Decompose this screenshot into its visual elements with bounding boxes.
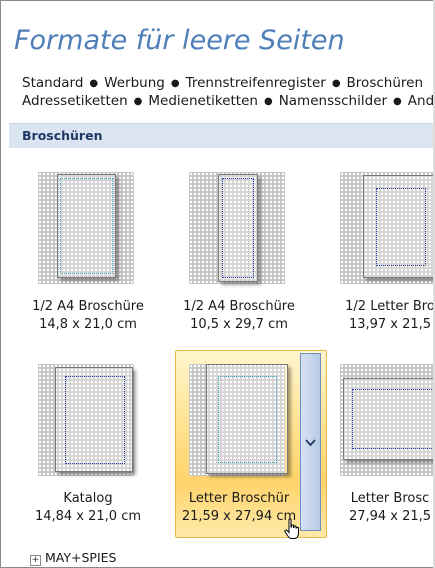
page-title: Formate für leere Seiten (14, 25, 345, 56)
bullet-separator: ● (89, 78, 99, 89)
category-link-medienetiketten[interactable]: Medienetiketten (148, 93, 258, 109)
category-links-row-1: Standard ● Werbung ● Trennstreifenregister ● B… (22, 75, 423, 91)
template-name: 1/2 Letter Bro (345, 299, 434, 314)
expand-icon[interactable]: + (30, 555, 41, 566)
category-link-trennstreifenregister[interactable]: Trennstreifenregister (186, 75, 326, 91)
bullet-separator: ● (331, 78, 341, 89)
template-thumbnail (340, 172, 434, 284)
category-tree-node[interactable]: + MAY+SPIES (30, 550, 116, 566)
template-size: 27,94 x 21,5 (348, 509, 432, 524)
template-name: 1/2 A4 Broschüre (32, 299, 144, 314)
category-links-row-2: Adressetiketten ● Medienetiketten ● Namenssc… (22, 93, 434, 109)
template-name: Letter Brosc (350, 491, 430, 506)
template-name: 1/2 A4 Broschüre (183, 299, 295, 314)
category-link-adressetiketten[interactable]: Adressetiketten (22, 93, 128, 109)
category-link-andere[interactable]: And (408, 93, 434, 109)
category-link-standard[interactable]: Standard (22, 75, 83, 91)
template-thumbnail (38, 364, 134, 476)
bullet-separator: ● (133, 96, 143, 107)
template-thumbnail (38, 172, 134, 284)
category-link-broschueren[interactable]: Broschüren (347, 75, 423, 91)
bullet-separator: ● (393, 96, 402, 107)
template-thumbnail (189, 364, 288, 476)
template-name: Katalog (63, 491, 113, 506)
template-size: 14,8 x 21,0 cm (39, 317, 137, 332)
template-thumbnail (340, 364, 434, 476)
template-gallery-pane: Formate für leere Seiten Standard ● Werbun… (0, 0, 434, 568)
section-title: Broschüren (22, 128, 103, 143)
template-thumbnail (189, 172, 285, 284)
category-link-werbung[interactable]: Werbung (104, 75, 165, 91)
bullet-separator: ● (170, 78, 180, 89)
hand-cursor-icon (284, 518, 300, 540)
section-header: Broschüren (9, 123, 434, 148)
template-options-dropdown-button[interactable] (300, 353, 321, 531)
template-size: 14,84 x 21,0 cm (34, 509, 142, 524)
template-size: 13,97 x 21,5 (348, 317, 432, 332)
category-link-namensschilder[interactable]: Namensschilder (279, 93, 387, 109)
chevron-down-icon (305, 436, 316, 450)
bullet-separator: ● (263, 96, 273, 107)
tree-node-label: MAY+SPIES (45, 550, 117, 565)
template-size: 10,5 x 29,7 cm (190, 317, 288, 332)
template-name: Letter Broschür (188, 491, 290, 506)
